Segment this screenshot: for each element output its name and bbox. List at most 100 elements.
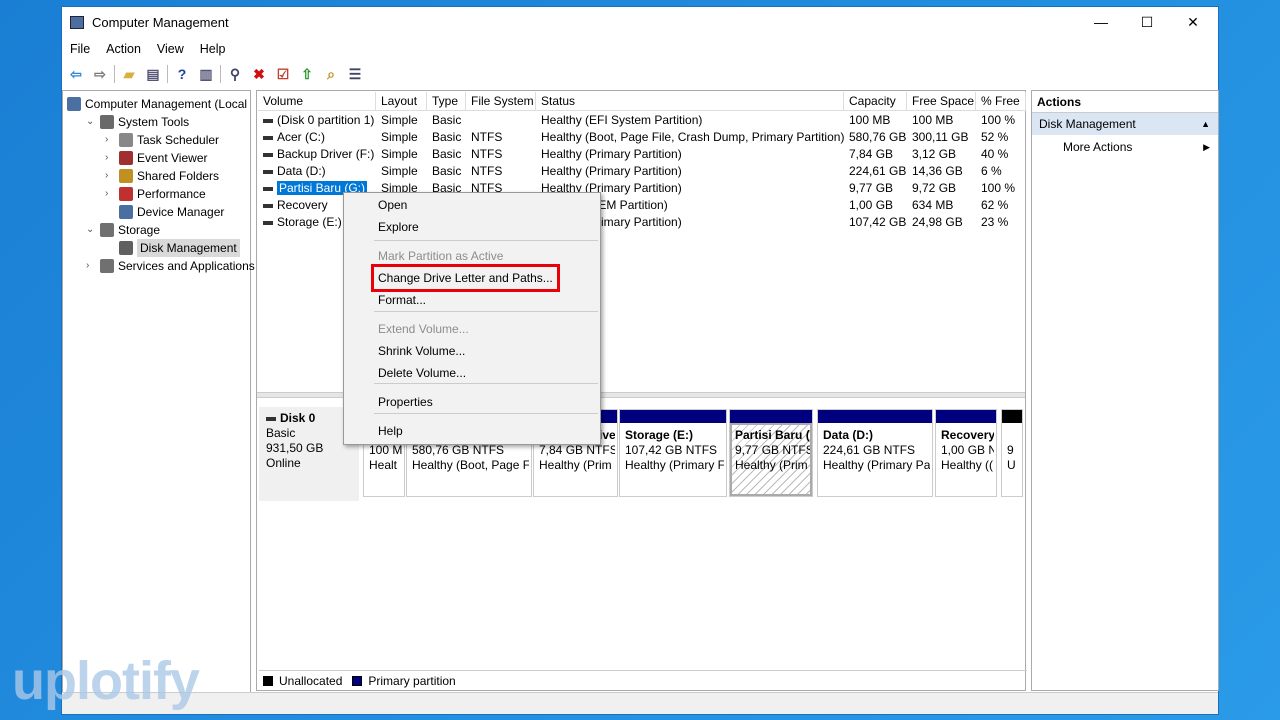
- tree-item-storage[interactable]: ⌄ Storage: [86, 221, 160, 239]
- tree-item-performance[interactable]: › Performance: [105, 185, 206, 203]
- volume-icon: [263, 118, 273, 123]
- volume-name[interactable]: Acer (C:): [258, 129, 376, 146]
- back-arrow-button[interactable]: ⇦: [66, 64, 86, 84]
- actions-title: Actions: [1032, 91, 1218, 113]
- show-action-pane-button[interactable]: ▥: [196, 64, 216, 84]
- minimize-button[interactable]: —: [1078, 7, 1124, 37]
- expand-arrow-icon[interactable]: ⌄: [86, 221, 96, 239]
- more-actions-label: More Actions: [1063, 140, 1133, 154]
- menu-separator: [374, 413, 598, 414]
- expand-arrow-icon[interactable]: ⌄: [86, 113, 96, 131]
- help-button[interactable]: ?: [172, 64, 192, 84]
- cell-text: 9,77 GB: [849, 181, 894, 195]
- checklist-icon: ☑: [276, 65, 290, 82]
- tree-item-device-manager[interactable]: Device Manager: [105, 203, 224, 221]
- tree-item-task-scheduler[interactable]: › Task Scheduler: [105, 131, 219, 149]
- context-menu-change-drive-letter-and-paths[interactable]: Change Drive Letter and Paths...: [371, 264, 560, 292]
- expand-arrow-icon[interactable]: ›: [86, 257, 96, 275]
- partition-block[interactable]: Data (D:) 224,61 GB NTFS Healthy (Primary …: [817, 409, 933, 497]
- column-header-status[interactable]: Status: [536, 92, 844, 111]
- menu-help[interactable]: Help: [192, 39, 234, 59]
- cell-text: 6 %: [981, 164, 1002, 178]
- expand-arrow-icon[interactable]: ›: [105, 185, 115, 203]
- column-header-volume[interactable]: Volume: [258, 92, 376, 111]
- close-button[interactable]: ✕: [1170, 7, 1216, 37]
- volume-cell: 24,98 GB: [907, 214, 976, 231]
- context-menu: Open Explore Mark Partition as Active Chang…: [343, 192, 601, 445]
- volume-cell: 300,11 GB: [907, 129, 976, 146]
- context-menu-extend-volume: Extend Volume...: [378, 322, 469, 336]
- tree-item-services-and-applications[interactable]: › Services and Applications: [86, 257, 255, 275]
- show-hide-tree-button[interactable]: ▤: [143, 64, 163, 84]
- cell-text: 100 MB: [912, 113, 954, 127]
- cell-text: 300,11 GB: [912, 130, 969, 144]
- partition-type-bar: [620, 410, 726, 423]
- expand-arrow-icon[interactable]: ›: [105, 149, 115, 167]
- delete-button[interactable]: ✖: [249, 64, 269, 84]
- expand-arrow-icon[interactable]: ›: [105, 131, 115, 149]
- tree-item-shared-folders[interactable]: › Shared Folders: [105, 167, 219, 185]
- properties-list-button[interactable]: ☰: [345, 64, 365, 84]
- tree-item-computer-management-local[interactable]: Computer Management (Local: [67, 95, 247, 113]
- partition-block[interactable]: 9U: [1001, 409, 1023, 497]
- context-menu-mark-partition-as-active: Mark Partition as Active: [378, 249, 504, 263]
- volume-cell: Simple: [376, 112, 427, 129]
- expand-arrow-icon[interactable]: ›: [105, 167, 115, 185]
- checklist-button[interactable]: ☑: [273, 64, 293, 84]
- cell-text: 40 %: [981, 147, 1009, 161]
- partition-block[interactable]: Recovery 1,00 GB N Healthy ((: [935, 409, 997, 497]
- tree-node-icon: [100, 223, 114, 237]
- volume-name[interactable]: (Disk 0 partition 1): [258, 112, 376, 129]
- context-menu-properties[interactable]: Properties: [378, 392, 433, 412]
- tree-item-label: Shared Folders: [137, 169, 220, 183]
- search-folder-icon: ⌕: [327, 65, 335, 82]
- cell-text: Recovery: [277, 198, 328, 212]
- context-menu-open[interactable]: Open: [378, 195, 407, 215]
- cell-text: 9,72 GB: [912, 181, 957, 195]
- uplotify-watermark-logo: uplotify: [12, 651, 200, 711]
- context-menu-shrink-volume[interactable]: Shrink Volume...: [378, 341, 465, 361]
- volume-cell: Basic: [427, 163, 466, 180]
- cell-text: 52 %: [981, 130, 1009, 144]
- search-folder-button[interactable]: ⌕: [321, 64, 341, 84]
- partition-name: Storage (E:): [625, 428, 694, 442]
- cell-text: Healthy (Primary Partition): [541, 147, 682, 161]
- menu-view[interactable]: View: [149, 39, 192, 59]
- partition-block[interactable]: Storage (E:) 107,42 GB NTFS Healthy (Prima…: [619, 409, 727, 497]
- column-header-layout[interactable]: Layout: [376, 92, 427, 111]
- menu-file[interactable]: File: [62, 39, 98, 59]
- cell-text: Basic: [432, 164, 462, 178]
- column-header-capacity[interactable]: Capacity: [844, 92, 907, 111]
- partition-name: Data (D:): [823, 428, 873, 442]
- collapse-up-icon: ▲: [1201, 119, 1210, 129]
- partition-block[interactable]: Partisi Baru (G:)9,77 GB NTFSHealthy (Pr…: [729, 409, 813, 497]
- column-header-file-system[interactable]: File System: [466, 92, 536, 111]
- column-header-free[interactable]: % Free: [976, 92, 1026, 111]
- tree-item-system-tools[interactable]: ⌄ System Tools: [86, 113, 189, 131]
- up-folder-button[interactable]: ▰: [119, 64, 139, 84]
- context-menu-explore[interactable]: Explore: [378, 217, 419, 237]
- context-menu-delete-volume[interactable]: Delete Volume...: [378, 363, 466, 383]
- context-menu-format[interactable]: Format...: [378, 290, 426, 310]
- context-menu-help[interactable]: Help: [378, 421, 403, 441]
- column-header-type[interactable]: Type: [427, 92, 466, 111]
- maximize-button[interactable]: ☐: [1124, 7, 1170, 37]
- partition-size: 9,77 GB NTFS: [735, 443, 812, 457]
- cell-text: Backup Driver (F:): [277, 147, 375, 161]
- folder-up-button[interactable]: ⇧: [297, 64, 317, 84]
- tree-item-disk-management[interactable]: Disk Management: [105, 239, 240, 257]
- volume-name[interactable]: Data (D:): [258, 163, 376, 180]
- forward-arrow-button[interactable]: ⇨: [90, 64, 110, 84]
- connect-drive-button[interactable]: ⚲: [225, 64, 245, 84]
- more-actions-item[interactable]: More Actions ▶: [1032, 135, 1218, 159]
- status-bar: [62, 692, 1218, 714]
- disk-name: Disk 0: [280, 411, 316, 425]
- volume-name[interactable]: Backup Driver (F:): [258, 146, 376, 163]
- toolbar-separator: [167, 65, 168, 83]
- cell-text: Simple: [381, 164, 418, 178]
- column-header-free-space[interactable]: Free Space: [907, 92, 976, 111]
- cell-text: 634 MB: [912, 198, 954, 212]
- actions-section-disk-management[interactable]: Disk Management ▲: [1032, 113, 1218, 135]
- tree-item-event-viewer[interactable]: › Event Viewer: [105, 149, 207, 167]
- menu-action[interactable]: Action: [98, 39, 149, 59]
